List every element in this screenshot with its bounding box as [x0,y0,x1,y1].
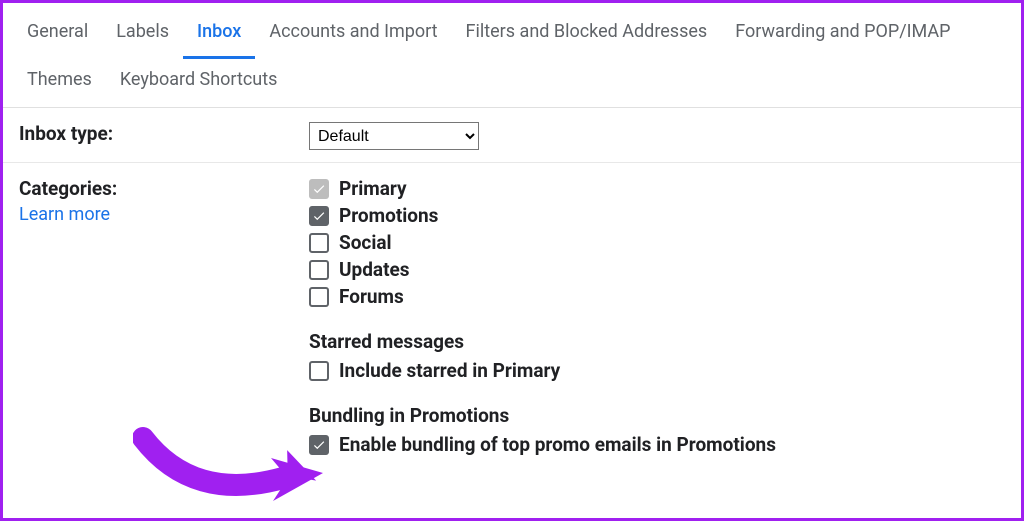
inbox-type-select[interactable]: Default [309,122,479,150]
category-label: Primary [339,177,407,200]
tab-filters[interactable]: Filters and Blocked Addresses [452,11,722,59]
categories-label: Categories: [19,177,309,200]
starred-heading: Starred messages [309,330,1005,353]
category-label: Updates [339,258,410,281]
settings-tabs: General Labels Inbox Accounts and Import… [3,3,1021,108]
starred-row: Include starred in Primary [309,359,1005,382]
settings-content: Inbox type: Default Categories: Learn mo… [3,108,1021,472]
tab-accounts[interactable]: Accounts and Import [255,11,451,59]
bundling-label: Enable bundling of top promo emails in P… [339,433,776,456]
checkbox-promotions[interactable] [309,206,329,226]
category-label: Forums [339,285,404,308]
category-label: Promotions [339,204,438,227]
check-icon [312,182,326,196]
section-inbox-type: Inbox type: Default [3,108,1021,163]
bundling-row: Enable bundling of top promo emails in P… [309,433,1005,456]
category-row-updates: Updates [309,258,1005,281]
section-categories: Categories: Learn more Primary Promotion… [3,163,1021,472]
checkbox-social[interactable] [309,233,329,253]
check-icon [312,438,326,452]
checkbox-bundling[interactable] [309,435,329,455]
checkbox-primary [309,179,329,199]
bundling-heading: Bundling in Promotions [309,404,1005,427]
tab-labels[interactable]: Labels [102,11,183,59]
category-row-forums: Forums [309,285,1005,308]
tab-forwarding[interactable]: Forwarding and POP/IMAP [721,11,964,59]
learn-more-link[interactable]: Learn more [19,204,309,225]
tab-keyboard[interactable]: Keyboard Shortcuts [106,59,292,107]
check-icon [312,209,326,223]
inbox-type-label: Inbox type: [19,122,309,145]
checkbox-forums[interactable] [309,287,329,307]
checkbox-updates[interactable] [309,260,329,280]
category-row-primary: Primary [309,177,1005,200]
starred-label: Include starred in Primary [339,359,560,382]
tab-themes[interactable]: Themes [13,59,106,107]
checkbox-starred[interactable] [309,361,329,381]
category-label: Social [339,231,392,254]
category-row-promotions: Promotions [309,204,1005,227]
tab-inbox[interactable]: Inbox [183,11,255,59]
tab-general[interactable]: General [13,11,102,59]
category-row-social: Social [309,231,1005,254]
